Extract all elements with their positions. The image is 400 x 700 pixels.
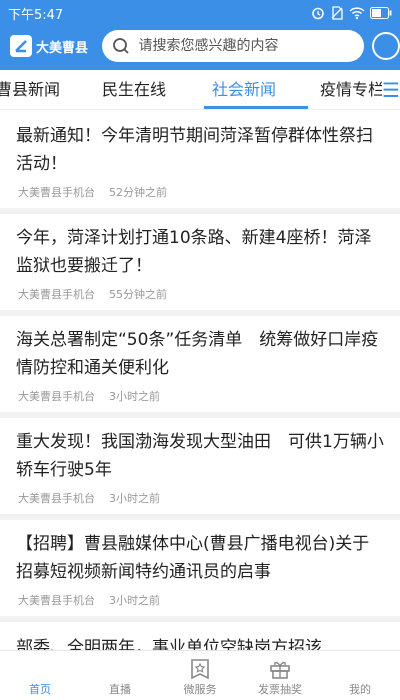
news-time: 3小时之前	[109, 594, 160, 607]
news-title: 最新通知！今年清明节期间菏泽暂停群体性祭扫活动！	[16, 126, 373, 174]
news-meta: 大美曹县手机台 52分钟之前	[18, 184, 167, 200]
status-icons	[311, 6, 392, 20]
user-icon	[348, 657, 372, 681]
app-header: 下午5:47 大美曹县	[0, 0, 400, 70]
nav-label: 我的	[349, 683, 371, 696]
news-source: 大美曹县手机台	[18, 288, 95, 301]
active-tab-indicator	[204, 106, 308, 109]
news-title: 海关总署制定“50条”任务清单 统筹做好口岸疫情防控和通关便利化	[16, 330, 379, 378]
search-icon	[113, 38, 130, 54]
live-icon	[108, 657, 132, 681]
search-input[interactable]	[138, 32, 365, 60]
news-source: 大美曹县手机台	[18, 594, 95, 607]
scan-icon[interactable]	[372, 32, 400, 60]
news-time: 3小时之前	[109, 492, 160, 505]
news-item[interactable]: 今年，菏泽计划打通10条路、新建4座桥！菏泽监狱也要搬迁了！ 大美曹县手机台 5…	[0, 214, 400, 316]
service-icon	[188, 657, 212, 681]
nav-service[interactable]: 微服务	[160, 651, 240, 700]
tab-caoxian-news[interactable]: 曹县新闻	[0, 70, 60, 109]
no-sim-icon	[331, 6, 343, 20]
search-box[interactable]	[102, 30, 365, 62]
news-item[interactable]: 海关总署制定“50条”任务清单 统筹做好口岸疫情防控和通关便利化 大美曹县手机台…	[0, 316, 400, 418]
nav-invoice-lottery[interactable]: 发票抽奖	[240, 651, 320, 700]
nav-label: 首页	[29, 683, 51, 696]
news-title: 【招聘】曹县融媒体中心(曹县广播电视台)关于招募短视频新闻特约通讯员的启事	[16, 534, 370, 582]
status-time: 下午5:47	[8, 7, 64, 23]
news-source: 大美曹县手机台	[18, 390, 95, 403]
news-time: 52分钟之前	[109, 186, 167, 199]
news-meta: 大美曹县手机台 3小时之前	[18, 490, 160, 506]
news-source: 大美曹县手机台	[18, 492, 95, 505]
nav-label: 微服务	[183, 683, 217, 696]
tab-minsheng[interactable]: 民生在线	[102, 70, 166, 109]
news-item[interactable]: 部委、全明两年，事业单位空缺岗方招该	[0, 622, 400, 650]
tab-social-news[interactable]: 社会新闻	[212, 70, 276, 109]
nav-home[interactable]: 首页	[0, 651, 80, 700]
news-meta: 大美曹县手机台 3小时之前	[18, 592, 160, 608]
news-meta: 大美曹县手机台 55分钟之前	[18, 286, 167, 302]
news-title: 部委、全明两年，事业单位空缺岗方招该	[16, 638, 322, 650]
news-item[interactable]: 重大发现！我国渤海发现大型油田 可供1万辆小轿车行驶5年 大美曹县手机台 3小时…	[0, 418, 400, 520]
tab-epidemic[interactable]: 疫情专栏	[320, 70, 384, 109]
battery-icon	[370, 7, 392, 19]
news-meta: 大美曹县手机台 3小时之前	[18, 388, 160, 404]
tab-menu-icon[interactable]: ☰	[382, 70, 400, 109]
nav-mine[interactable]: 我的	[320, 651, 400, 700]
status-bar: 下午5:47	[0, 0, 400, 26]
news-item[interactable]: 【招聘】曹县融媒体中心(曹县广播电视台)关于招募短视频新闻特约通讯员的启事 大美…	[0, 520, 400, 622]
news-source: 大美曹县手机台	[18, 186, 95, 199]
bottom-nav: 首页 直播 微服务 发票抽奖 我的	[0, 650, 400, 700]
alarm-icon	[312, 7, 324, 20]
category-tabs: 曹县新闻 民生在线 社会新闻 疫情专栏 ☰	[0, 70, 400, 110]
brand-name: 大美曹县	[36, 40, 89, 56]
news-list: 最新通知！今年清明节期间菏泽暂停群体性祭扫活动！ 大美曹县手机台 52分钟之前 …	[0, 112, 400, 650]
news-item[interactable]: 最新通知！今年清明节期间菏泽暂停群体性祭扫活动！ 大美曹县手机台 52分钟之前	[0, 112, 400, 214]
wifi-icon	[349, 7, 365, 20]
nav-live[interactable]: 直播	[80, 651, 160, 700]
nav-label: 直播	[109, 683, 131, 696]
home-icon	[28, 657, 52, 681]
brand[interactable]: 大美曹县	[0, 35, 102, 57]
news-title: 重大发现！我国渤海发现大型油田 可供1万辆小轿车行驶5年	[16, 432, 384, 480]
brand-logo-icon	[10, 35, 32, 57]
search-row: 大美曹县	[0, 28, 400, 64]
gift-icon	[268, 657, 292, 681]
news-title: 今年，菏泽计划打通10条路、新建4座桥！菏泽监狱也要搬迁了！	[16, 228, 372, 276]
news-time: 3小时之前	[109, 390, 160, 403]
nav-label: 发票抽奖	[258, 683, 302, 696]
news-time: 55分钟之前	[109, 288, 167, 301]
